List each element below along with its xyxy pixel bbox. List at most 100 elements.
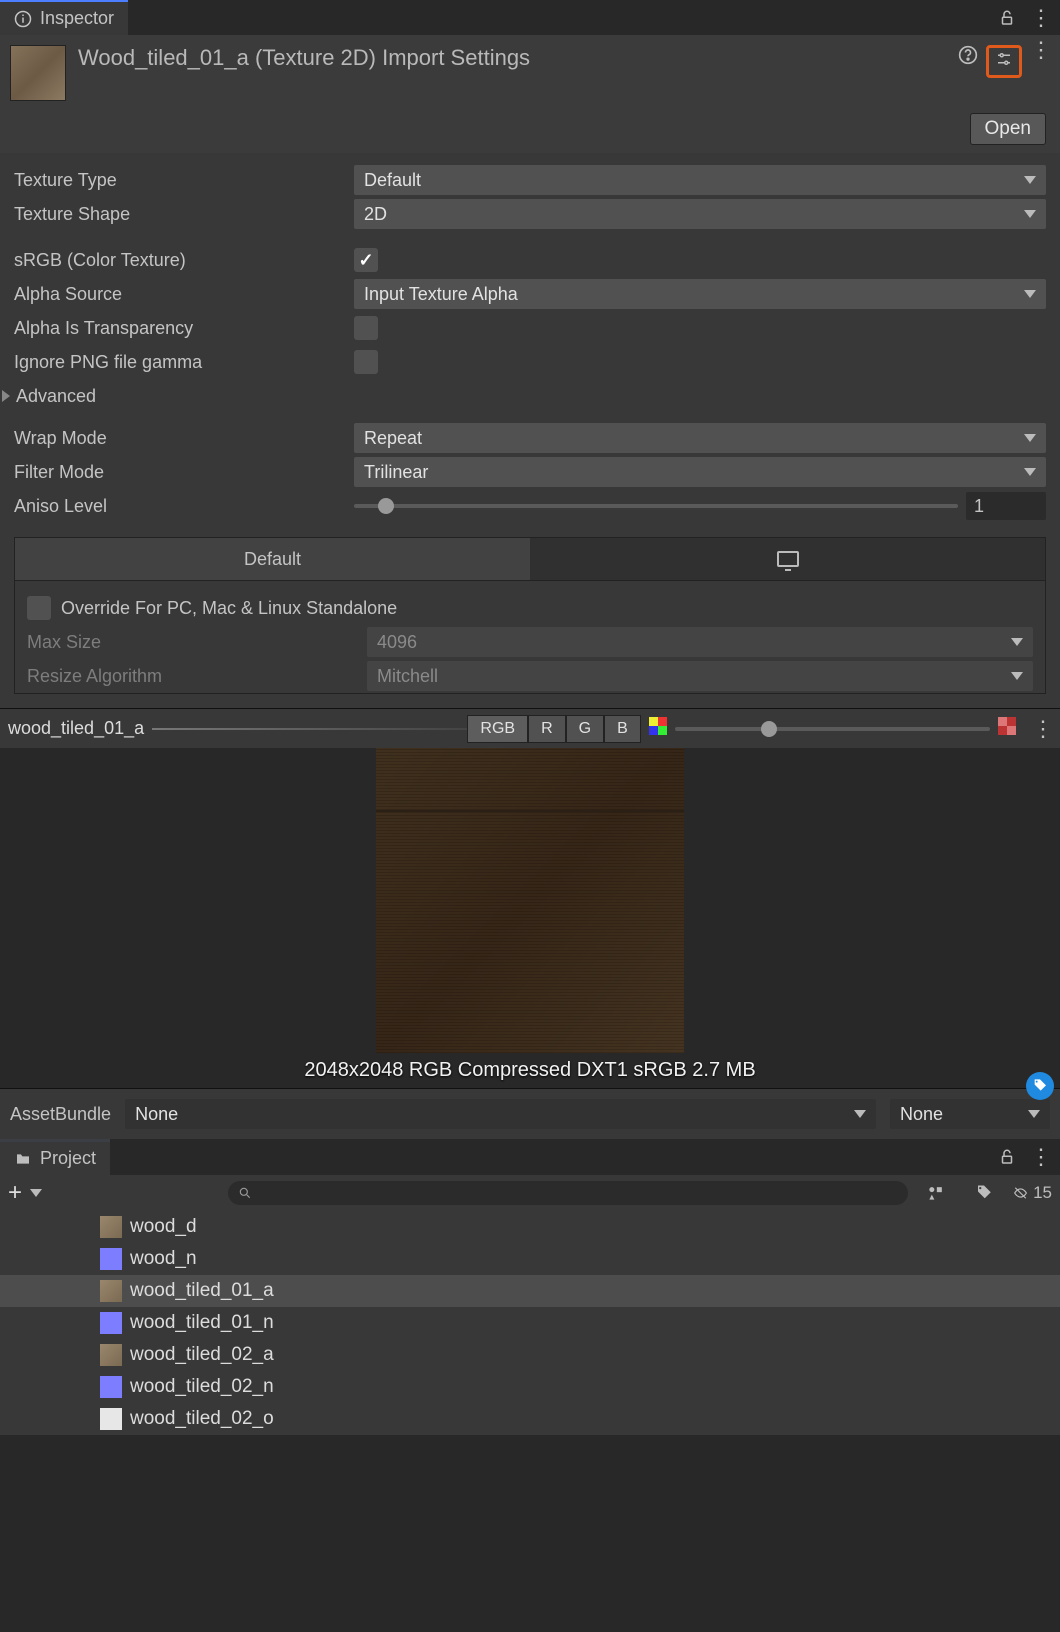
file-name: wood_tiled_01_n — [130, 1312, 274, 1334]
texture-type-dropdown[interactable]: Default — [354, 165, 1046, 195]
help-icon[interactable] — [958, 45, 978, 65]
inspector-tab[interactable]: Inspector — [0, 0, 128, 35]
monitor-icon — [777, 551, 799, 567]
file-name: wood_tiled_01_a — [130, 1280, 274, 1302]
platform-tab-standalone[interactable] — [530, 538, 1045, 580]
inspector-title: Wood_tiled_01_a (Texture 2D) Import Sett… — [78, 45, 946, 71]
file-swatch — [100, 1216, 122, 1238]
texture-preview: 2048x2048 RGB Compressed DXT1 sRGB 2.7 M… — [0, 748, 1060, 1088]
file-row[interactable]: wood_tiled_02_a — [0, 1339, 1060, 1371]
file-swatch — [100, 1248, 122, 1270]
texture-properties: Texture Type Default Texture Shape 2D sR… — [0, 153, 1060, 708]
asset-label-icon[interactable] — [1026, 1072, 1054, 1100]
texture-shape-dropdown[interactable]: 2D — [354, 199, 1046, 229]
file-swatch — [100, 1312, 122, 1334]
assetbundle-bar: AssetBundle None None — [0, 1088, 1060, 1139]
advanced-label: Advanced — [16, 386, 96, 407]
wrap-mode-label: Wrap Mode — [14, 428, 354, 449]
file-swatch — [100, 1408, 122, 1430]
alpha-source-dropdown[interactable]: Input Texture Alpha — [354, 279, 1046, 309]
assetbundle-dropdown[interactable]: None — [125, 1099, 876, 1129]
aniso-level-slider[interactable] — [354, 504, 958, 508]
file-name: wood_tiled_02_o — [130, 1408, 274, 1430]
alpha-transparency-label: Alpha Is Transparency — [14, 318, 354, 339]
mipmap-icon[interactable] — [649, 717, 667, 735]
info-icon — [14, 10, 32, 28]
max-size-dropdown[interactable]: 4096 — [367, 627, 1033, 657]
override-label: Override For PC, Mac & Linux Standalone — [61, 598, 397, 619]
inspector-tab-label: Inspector — [40, 8, 114, 29]
open-button[interactable]: Open — [970, 113, 1046, 145]
assetbundle-label: AssetBundle — [10, 1104, 111, 1125]
resize-algo-label: Resize Algorithm — [27, 666, 367, 687]
inspector-tabbar: Inspector ⋮ — [0, 0, 1060, 35]
file-row[interactable]: wood_tiled_01_a — [0, 1275, 1060, 1307]
preset-icon[interactable] — [995, 50, 1013, 68]
alpha-transparency-checkbox[interactable] — [354, 316, 378, 340]
resize-algo-dropdown[interactable]: Mitchell — [367, 661, 1033, 691]
mip-slider[interactable] — [675, 727, 990, 731]
advanced-foldout[interactable]: Advanced — [2, 379, 1046, 413]
file-swatch — [100, 1344, 122, 1366]
texture-preview-image — [376, 748, 684, 1053]
project-tab-label: Project — [40, 1148, 96, 1169]
platform-tab-default[interactable]: Default — [15, 538, 530, 580]
inspector-header: Wood_tiled_01_a (Texture 2D) Import Sett… — [0, 35, 1060, 107]
aniso-level-field[interactable]: 1 — [966, 492, 1046, 520]
hidden-packages-toggle[interactable]: 15 — [1012, 1179, 1052, 1207]
project-menu-icon[interactable]: ⋮ — [1030, 1152, 1050, 1162]
channel-r-button[interactable]: R — [528, 715, 566, 743]
project-tabbar: Project ⋮ — [0, 1139, 1060, 1175]
preview-divider — [152, 728, 467, 730]
preview-name: wood_tiled_01_a — [0, 718, 152, 739]
wrap-mode-dropdown[interactable]: Repeat — [354, 423, 1046, 453]
header-menu-icon[interactable]: ⋮ — [1030, 45, 1050, 55]
project-lock-icon[interactable] — [998, 1148, 1016, 1166]
create-dropdown-icon[interactable] — [30, 1189, 42, 1197]
alpha-source-label: Alpha Source — [14, 284, 354, 305]
ignore-png-gamma-checkbox[interactable] — [354, 350, 378, 374]
project-toolbar: + 15 — [0, 1175, 1060, 1211]
platform-tabs: Default — [14, 537, 1046, 581]
file-row[interactable]: wood_tiled_01_n — [0, 1307, 1060, 1339]
project-tab[interactable]: Project — [0, 1139, 110, 1175]
channel-g-button[interactable]: G — [566, 715, 604, 743]
file-swatch — [100, 1376, 122, 1398]
project-search[interactable] — [228, 1181, 908, 1205]
texture-thumbnail — [10, 45, 66, 101]
file-row[interactable]: wood_n — [0, 1243, 1060, 1275]
max-size-label: Max Size — [27, 632, 367, 653]
channel-rgb-button[interactable]: RGB — [467, 715, 528, 743]
aniso-level-label: Aniso Level — [14, 496, 354, 517]
file-swatch — [100, 1280, 122, 1302]
create-button[interactable]: + — [8, 1179, 22, 1207]
texture-type-label: Texture Type — [14, 170, 354, 191]
file-name: wood_tiled_02_a — [130, 1344, 274, 1366]
lock-icon[interactable] — [998, 9, 1016, 27]
file-row[interactable]: wood_tiled_02_n — [0, 1371, 1060, 1403]
filter-mode-label: Filter Mode — [14, 462, 354, 483]
preview-toolbar: wood_tiled_01_a RGB R G B ⋮ — [0, 708, 1060, 748]
override-checkbox[interactable] — [27, 596, 51, 620]
preview-info: 2048x2048 RGB Compressed DXT1 sRGB 2.7 M… — [304, 1059, 755, 1082]
project-file-list: wood_d wood_n wood_tiled_01_a wood_tiled_01… — [0, 1211, 1060, 1435]
srgb-checkbox[interactable] — [354, 248, 378, 272]
assetbundle-variant-dropdown[interactable]: None — [890, 1099, 1050, 1129]
file-name: wood_n — [130, 1248, 197, 1270]
alpha-grid-icon[interactable] — [998, 717, 1016, 735]
filter-mode-dropdown[interactable]: Trilinear — [354, 457, 1046, 487]
file-row[interactable]: wood_tiled_02_o — [0, 1403, 1060, 1435]
channel-b-button[interactable]: B — [604, 715, 641, 743]
file-name: wood_tiled_02_n — [130, 1376, 274, 1398]
preset-button-highlight — [986, 45, 1022, 78]
context-menu-icon[interactable]: ⋮ — [1030, 13, 1050, 23]
folder-icon — [14, 1151, 32, 1167]
preview-menu-icon[interactable]: ⋮ — [1024, 724, 1060, 734]
srgb-label: sRGB (Color Texture) — [14, 250, 354, 271]
platform-settings: Override For PC, Mac & Linux Standalone … — [14, 581, 1046, 694]
texture-shape-label: Texture Shape — [14, 204, 354, 225]
ignore-png-gamma-label: Ignore PNG file gamma — [14, 352, 354, 373]
search-by-type-icon[interactable] — [916, 1179, 956, 1207]
search-by-label-icon[interactable] — [964, 1179, 1004, 1207]
file-row[interactable]: wood_d — [0, 1211, 1060, 1243]
